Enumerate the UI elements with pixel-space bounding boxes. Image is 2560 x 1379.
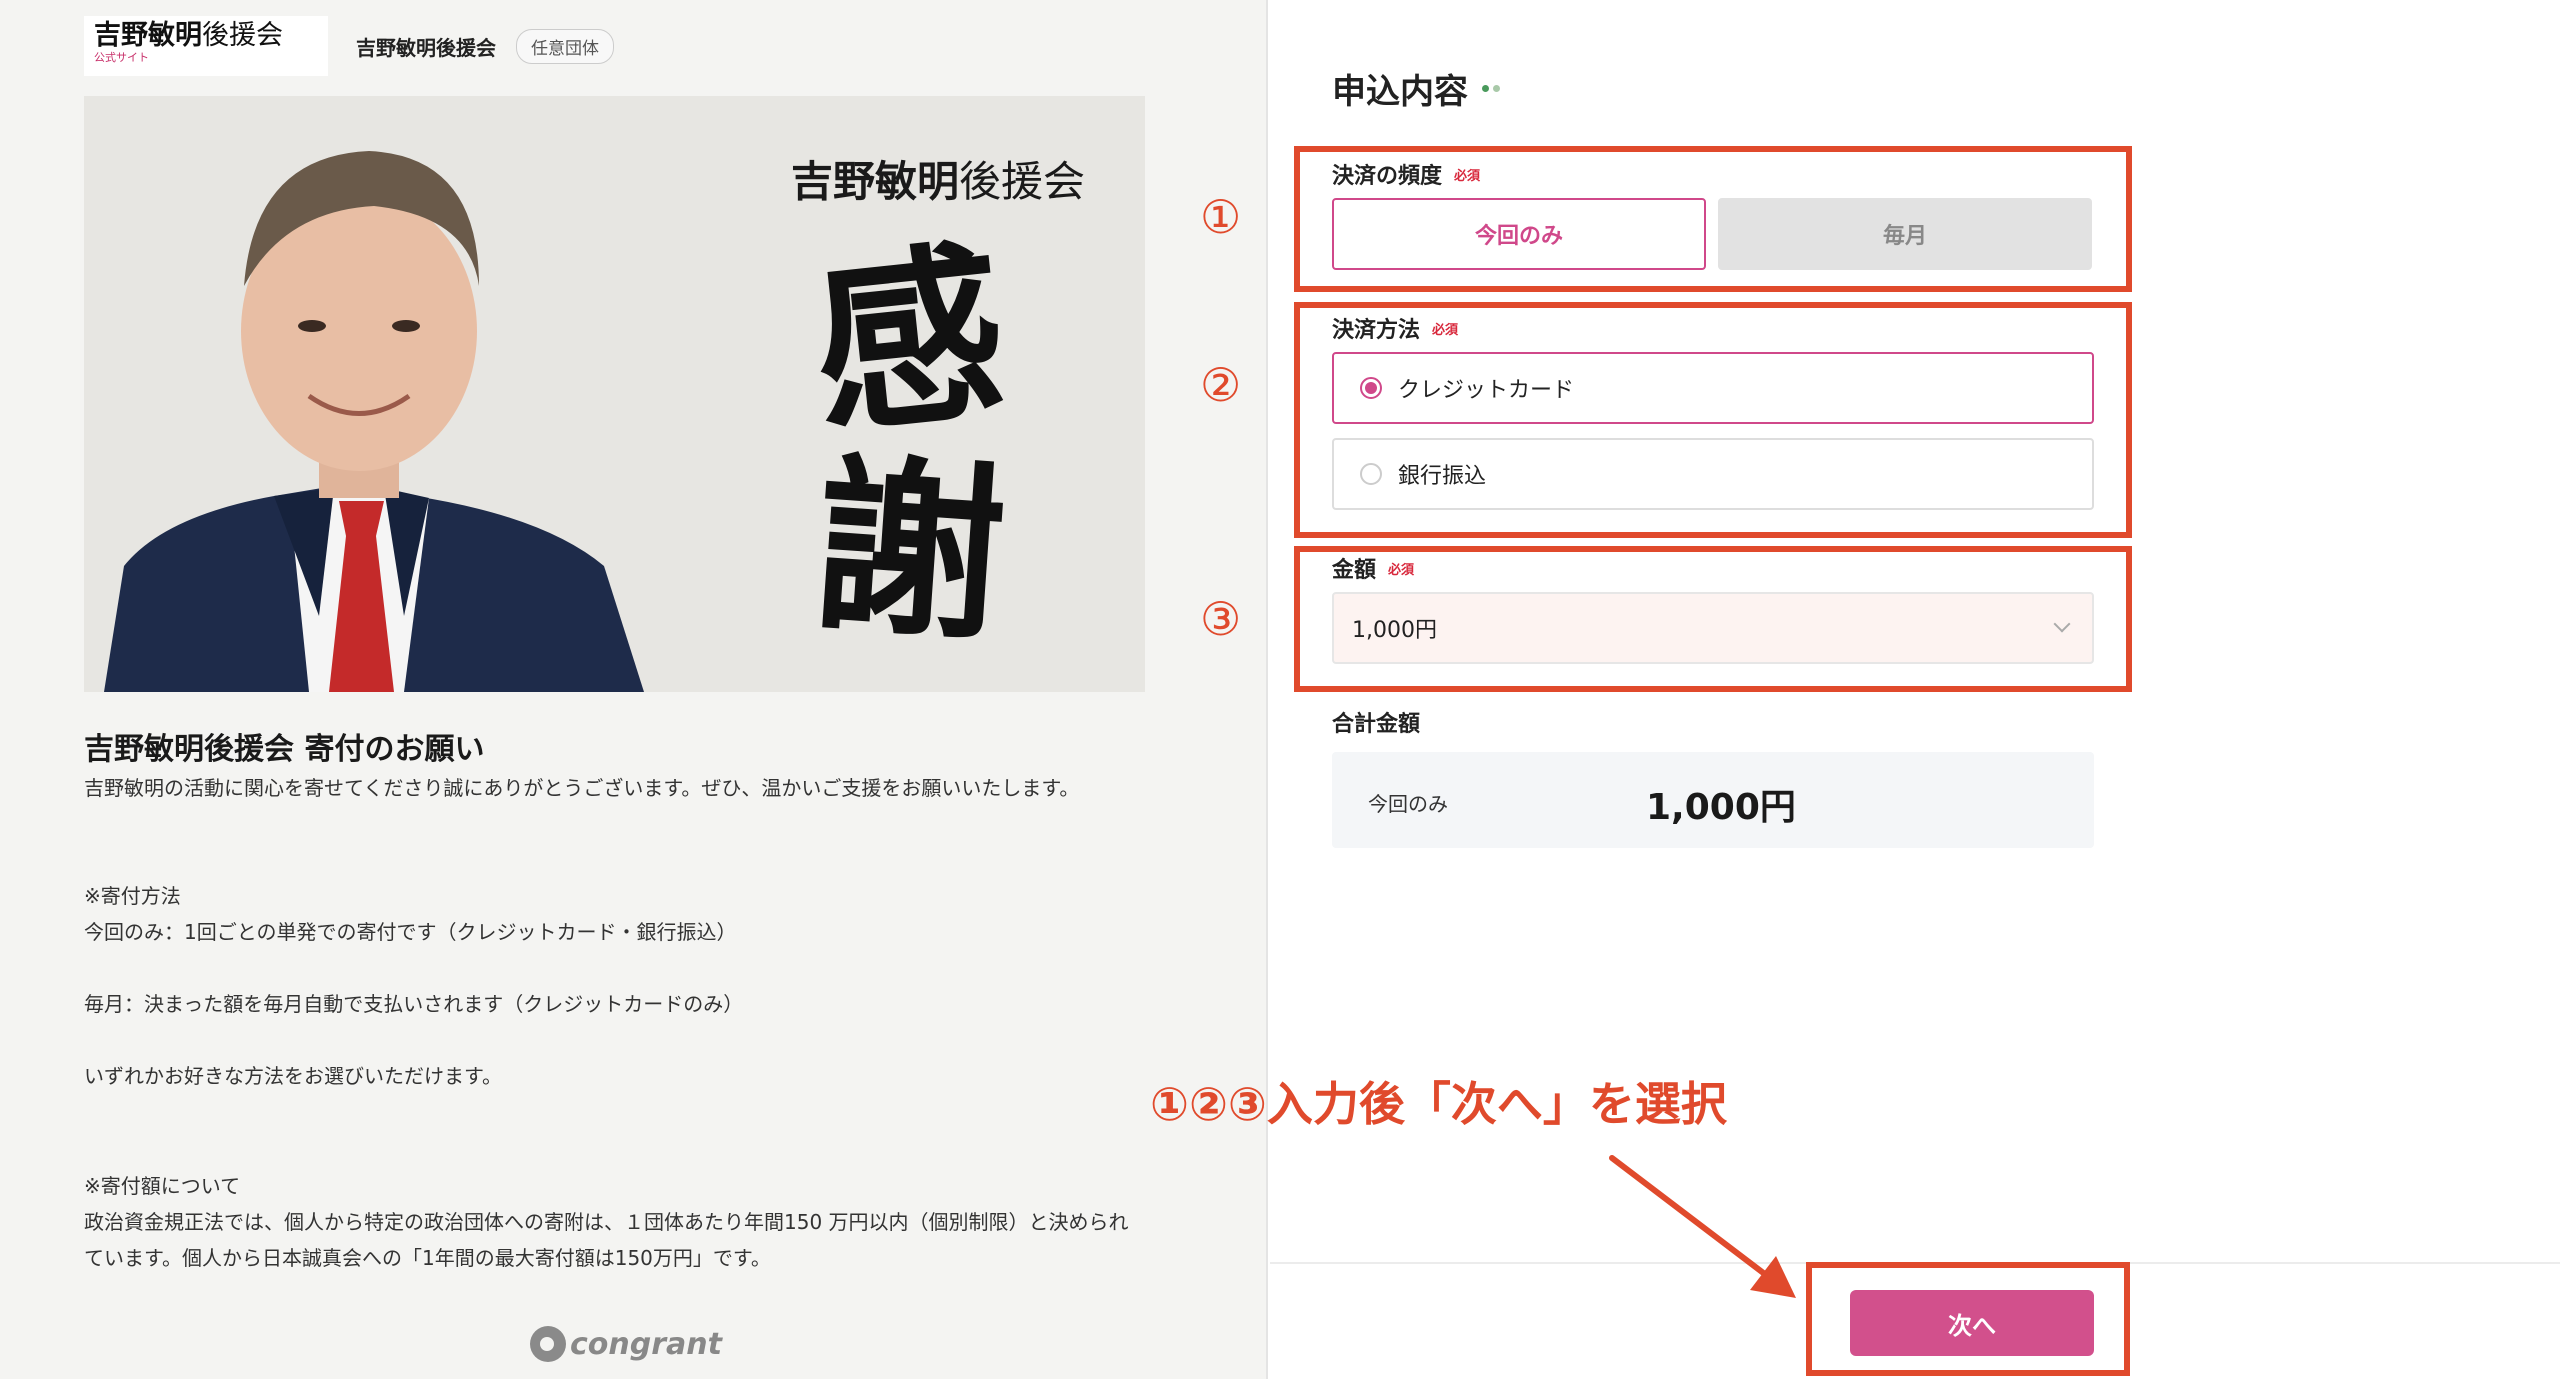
logo-subtitle: 公式サイト — [94, 51, 149, 65]
total-label: 合計金額 — [1332, 712, 1421, 737]
method-monthly: 毎月：決まった額を毎月自動で支払いされます（クレジットカードのみ） — [84, 992, 744, 1016]
logo-main-bold: 吉野敏明 — [94, 20, 202, 51]
calligraphy-kan: 感 — [802, 219, 1016, 462]
hero-title-bold: 吉野敏明 — [790, 157, 959, 206]
annotation-instruction: ①②③入力後「次へ」を選択 — [1150, 1077, 1727, 1131]
hero-title: 吉野敏明後援会 — [791, 148, 1085, 209]
limit-heading: ※寄付額について — [84, 1174, 241, 1198]
annotation-arrow-icon — [1609, 1155, 1796, 1298]
organization-name: 吉野敏明後援会 — [356, 35, 496, 60]
form-title: 申込内容 — [1332, 64, 1500, 113]
annotation-number-1: ① — [1200, 190, 1242, 244]
annotation-box-payment — [1294, 302, 2132, 538]
logo-text: 吉野敏明後援会 — [94, 20, 318, 52]
method-choose: いずれかお好きな方法をお選びいただけます。 — [84, 1064, 502, 1088]
limit-text: 政治資金規正法では、個人から特定の政治団体への寄附は、１団体あたり年間150 万… — [84, 1210, 1129, 1270]
form-title-text: 申込内容 — [1332, 72, 1468, 112]
campaign-panel: 吉野敏明後援会 公式サイト 吉野敏明後援会 任意団体 吉野敏明後援会 感 謝 吉… — [0, 0, 1268, 1379]
annotation-number-2: ② — [1200, 358, 1242, 412]
congrant-icon — [530, 1326, 566, 1362]
calligraphy-sha: 謝 — [806, 432, 1012, 669]
site-header: 吉野敏明後援会 公式サイト 吉野敏明後援会 任意団体 — [84, 16, 614, 76]
description-intro: 吉野敏明の活動に関心を寄せてくださり誠にありがとうございます。ぜひ、温かいご支援… — [84, 776, 1080, 800]
congrant-logo[interactable]: congrant — [530, 1326, 722, 1362]
organization-type-badge: 任意団体 — [516, 28, 614, 64]
site-logo[interactable]: 吉野敏明後援会 公式サイト — [84, 16, 328, 76]
status-dots-icon — [1482, 85, 1500, 92]
left-eye — [298, 320, 326, 332]
total-amount: 1,000円 — [1646, 787, 1796, 828]
total-kind: 今回のみ — [1368, 792, 1448, 816]
annotation-box-frequency — [1294, 146, 2132, 292]
congrant-wordmark: congrant — [570, 1326, 722, 1362]
description-title: 吉野敏明後援会 寄付のお願い — [84, 732, 485, 767]
annotation-box-amount — [1294, 546, 2132, 692]
total-summary: 今回のみ 1,000円 — [1332, 752, 2094, 848]
annotation-box-next — [1806, 1262, 2130, 1376]
right-eye — [392, 320, 420, 332]
hero-image: 吉野敏明後援会 感 謝 — [84, 96, 1145, 692]
logo-main-light: 後援会 — [202, 20, 283, 51]
hero-title-light: 後援会 — [958, 157, 1085, 206]
annotation-number-3: ③ — [1200, 592, 1242, 646]
method-heading: ※寄付方法 — [84, 884, 181, 908]
method-once: 今回のみ：1回ごとの単発での寄付です（クレジットカード・銀行振込） — [84, 920, 737, 944]
